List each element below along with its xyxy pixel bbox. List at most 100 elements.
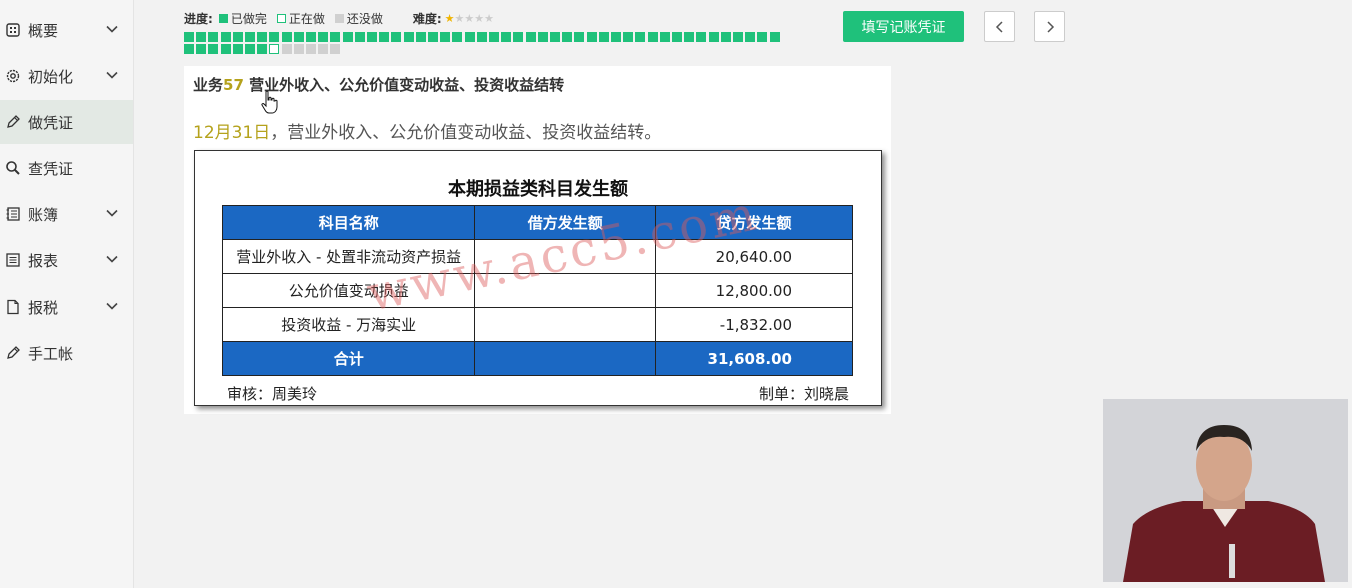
- sidebar-item-2[interactable]: 做凭证: [0, 100, 133, 144]
- col-header-credit: 贷方发生额: [655, 205, 853, 240]
- progress-box[interactable]: [245, 32, 255, 42]
- ledger-icon: [5, 206, 21, 222]
- progress-box[interactable]: [391, 32, 401, 42]
- progress-box[interactable]: [416, 32, 426, 42]
- pen-icon: [5, 114, 21, 130]
- total-credit: 31,608.00: [655, 341, 853, 376]
- row-credit: 12,800.00: [655, 273, 853, 308]
- todo-swatch: [334, 14, 344, 23]
- progress-box[interactable]: [538, 32, 548, 42]
- progress-box[interactable]: [770, 32, 780, 42]
- progress-box[interactable]: [599, 32, 609, 42]
- next-button[interactable]: [1034, 11, 1065, 42]
- progress-box[interactable]: [294, 44, 304, 54]
- sidebar-item-4[interactable]: 账簿: [0, 192, 133, 236]
- progress-box[interactable]: [501, 32, 511, 42]
- progress-box[interactable]: [379, 32, 389, 42]
- progress-label: 进度:: [184, 12, 213, 26]
- progress-box[interactable]: [233, 44, 243, 54]
- sidebar-item-label: 手工帐: [28, 344, 74, 363]
- task-card: 业务57 营业外收入、公允价值变动收益、投资收益结转 12月31日，营业外收入、…: [184, 66, 891, 414]
- progress-box[interactable]: [269, 44, 279, 54]
- fill-voucher-button[interactable]: 填写记账凭证: [843, 11, 964, 42]
- sidebar-item-1[interactable]: 初始化: [0, 54, 133, 98]
- sidebar-item-3[interactable]: 查凭证: [0, 146, 133, 190]
- progress-box[interactable]: [233, 32, 243, 42]
- progress-box[interactable]: [306, 44, 316, 54]
- sidebar-item-label: 账簿: [28, 205, 59, 224]
- progress-box[interactable]: [306, 32, 316, 42]
- task-title-prefix: 业务: [193, 76, 224, 94]
- progress-box[interactable]: [208, 32, 218, 42]
- progress-box[interactable]: [257, 44, 267, 54]
- progress-box[interactable]: [574, 32, 584, 42]
- progress-box[interactable]: [757, 32, 767, 42]
- progress-box[interactable]: [269, 32, 279, 42]
- progress-box[interactable]: [318, 32, 328, 42]
- sidebar-item-5[interactable]: 报表: [0, 238, 133, 282]
- chevron-down-icon: [105, 299, 119, 313]
- progress-box[interactable]: [721, 32, 731, 42]
- task-title: 业务57 营业外收入、公允价值变动收益、投资收益结转: [193, 74, 564, 95]
- progress-box[interactable]: [282, 32, 292, 42]
- progress-box[interactable]: [562, 32, 572, 42]
- progress-box[interactable]: [294, 32, 304, 42]
- progress-box[interactable]: [330, 32, 340, 42]
- progress-box[interactable]: [343, 32, 353, 42]
- progress-box[interactable]: [513, 32, 523, 42]
- progress-box[interactable]: [196, 44, 206, 54]
- progress-box[interactable]: [465, 32, 475, 42]
- progress-box[interactable]: [355, 32, 365, 42]
- row-credit: 20,640.00: [655, 239, 853, 274]
- progress-box[interactable]: [221, 44, 231, 54]
- reviewer: 审核：周美玲: [227, 385, 318, 403]
- progress-box[interactable]: [709, 32, 719, 42]
- hand-cursor-icon: [261, 90, 278, 114]
- progress-box[interactable]: [635, 32, 645, 42]
- progress-box[interactable]: [696, 32, 706, 42]
- progress-box[interactable]: [245, 44, 255, 54]
- progress-box[interactable]: [367, 32, 377, 42]
- progress-box[interactable]: [221, 32, 231, 42]
- progress-box[interactable]: [611, 32, 621, 42]
- progress-box[interactable]: [684, 32, 694, 42]
- gear-icon: [5, 68, 21, 84]
- prev-button[interactable]: [984, 11, 1015, 42]
- progress-box[interactable]: [257, 32, 267, 42]
- progress-box[interactable]: [477, 32, 487, 42]
- progress-box[interactable]: [404, 32, 414, 42]
- progress-box[interactable]: [489, 32, 499, 42]
- progress-box[interactable]: [428, 32, 438, 42]
- progress-box[interactable]: [745, 32, 755, 42]
- progress-box[interactable]: [452, 32, 462, 42]
- progress-box[interactable]: [550, 32, 560, 42]
- todo-label: 还没做: [346, 12, 383, 26]
- difficulty-label: 难度:: [412, 12, 442, 26]
- progress-box[interactable]: [330, 44, 340, 54]
- progress-box[interactable]: [672, 32, 682, 42]
- pen-icon: [5, 345, 21, 361]
- progress-box[interactable]: [208, 44, 218, 54]
- sidebar-item-7[interactable]: 手工帐: [0, 331, 133, 375]
- presenter-image: [1103, 399, 1348, 582]
- progress-box[interactable]: [440, 32, 450, 42]
- progress-box[interactable]: [648, 32, 658, 42]
- sidebar-item-6[interactable]: 报税: [0, 285, 133, 329]
- progress-box[interactable]: [526, 32, 536, 42]
- progress-box[interactable]: [733, 32, 743, 42]
- progress-box[interactable]: [184, 44, 194, 54]
- progress-box[interactable]: [623, 32, 633, 42]
- sidebar-item-label: 查凭证: [28, 159, 74, 178]
- col-header-account: 科目名称: [221, 205, 476, 240]
- sidebar-item-label: 报表: [28, 251, 59, 270]
- progress-box[interactable]: [196, 32, 206, 42]
- progress-box[interactable]: [318, 44, 328, 54]
- progress-box[interactable]: [184, 32, 194, 42]
- current-label: 正在做: [288, 12, 325, 26]
- progress-box[interactable]: [282, 44, 292, 54]
- progress-box[interactable]: [660, 32, 670, 42]
- row-account-name: 投资收益 - 万海实业: [221, 307, 476, 342]
- sidebar-item-0[interactable]: 概要: [0, 8, 133, 52]
- progress-box[interactable]: [587, 32, 597, 42]
- difficulty-stars: ★ ★ ★ ★ ★: [445, 13, 494, 24]
